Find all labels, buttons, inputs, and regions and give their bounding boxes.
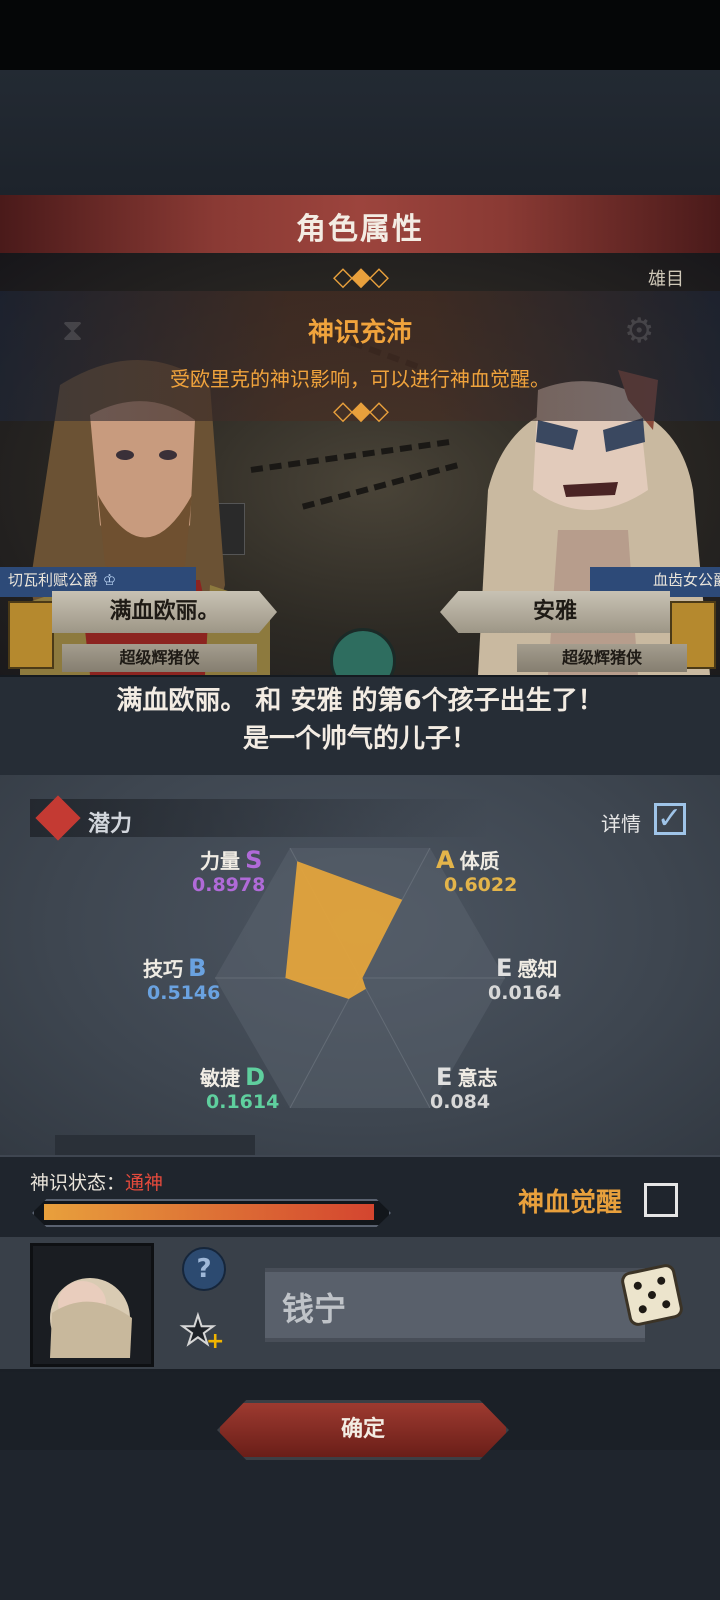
stat-grade: E <box>436 1063 453 1091</box>
father-rank-label: 切瓦利赋公爵 <box>8 571 99 589</box>
baby-icon <box>50 1278 132 1358</box>
next-section-header-partial <box>55 1135 255 1155</box>
announcement-line-1: 满血欧丽。 和 安雅 的第6个孩子出生了！ <box>116 686 604 716</box>
confirm-button[interactable]: 确定 <box>217 1400 509 1460</box>
child-name: 钱宁 <box>282 1290 347 1328</box>
crown-icon: ♔ <box>102 571 117 589</box>
stat-strength: 力量 S 0.8978 <box>192 845 265 896</box>
stat-value: 0.5146 <box>147 982 221 1004</box>
ornament-bottom-icon: ◇◆◇ <box>333 396 389 426</box>
page-title: 角色属性 <box>296 212 424 247</box>
father-house-shield-icon <box>8 601 54 669</box>
stat-grade: A <box>436 846 455 874</box>
dice-random-name-icon[interactable] <box>616 1259 687 1330</box>
divine-status-label: 神识状态： <box>30 1172 126 1194</box>
add-favorite-plus-icon: + <box>206 1329 225 1354</box>
stat-name: 技巧 <box>143 957 183 981</box>
status-bar-area <box>0 0 720 70</box>
stat-name: 力量 <box>200 849 240 873</box>
stat-grade: S <box>245 846 263 874</box>
stat-skill: 技巧 B 0.5146 <box>143 953 220 1004</box>
check-icon: ✓ <box>657 801 683 836</box>
mother-title: 超级辉猪侠 <box>517 644 687 672</box>
divine-status-value: 通神 <box>125 1172 164 1194</box>
stat-value: 0.6022 <box>444 874 518 896</box>
stat-constitution: A 体质 0.6022 <box>436 845 517 896</box>
stat-name: 感知 <box>517 957 558 981</box>
divine-status: 神识状态：通神 <box>30 1168 163 1195</box>
stat-grade: D <box>245 1063 266 1091</box>
potential-label: 潜力 <box>88 812 133 837</box>
banner-title: 神识充沛 <box>307 318 412 348</box>
awaken-label: 神血觉醒 <box>518 1188 623 1218</box>
banner-description: 受欧里克的神识影响，可以进行神血觉醒。 <box>170 367 550 391</box>
father-name[interactable]: 满血欧丽。 <box>52 591 277 633</box>
ornament-top-icon: ◇◆◇ <box>333 262 389 292</box>
stat-grade: E <box>496 954 513 982</box>
stat-name: 体质 <box>459 849 500 873</box>
dimmed-background <box>0 70 720 195</box>
stat-value: 0.084 <box>430 1091 491 1113</box>
stat-agility: 敏捷 D 0.1614 <box>200 1062 279 1113</box>
detail-checkbox[interactable]: ✓ <box>654 803 686 835</box>
stat-grade: B <box>188 954 207 982</box>
mother-name[interactable]: 安雅 <box>440 591 670 633</box>
stat-perception: E 感知 0.0164 <box>488 953 561 1004</box>
dimmed-background-bottom <box>0 1450 720 1600</box>
awaken-checkbox[interactable] <box>644 1183 678 1217</box>
stat-value: 0.0164 <box>488 982 562 1004</box>
stat-name: 意志 <box>457 1066 498 1090</box>
announcement-line-2: 是一个帅气的儿子！ <box>242 724 477 754</box>
center-emblem-icon <box>330 628 396 675</box>
stat-will: E 意志 0.084 <box>430 1062 498 1113</box>
detail-label: 详情 <box>601 812 641 836</box>
stat-value: 0.8978 <box>192 874 266 896</box>
father-title: 超级辉猪侠 <box>62 644 257 672</box>
divine-progress-fill <box>44 1204 374 1220</box>
stat-value: 0.1614 <box>206 1091 280 1113</box>
help-icon[interactable]: ? <box>182 1247 226 1291</box>
stat-name: 敏捷 <box>200 1066 240 1090</box>
